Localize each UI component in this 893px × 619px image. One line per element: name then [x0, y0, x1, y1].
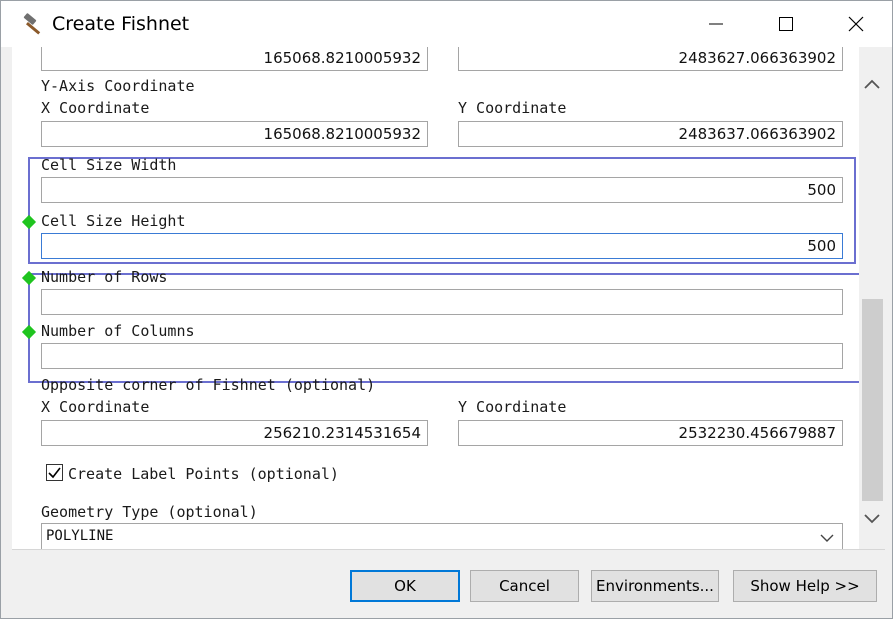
scrollbar-thumb[interactable] — [862, 299, 883, 501]
environments-button[interactable]: Environments... — [591, 570, 719, 602]
checkmark-icon — [48, 467, 61, 479]
y-axis-x-label: X Coordinate — [41, 99, 150, 117]
cell-width-label: Cell Size Width — [41, 156, 177, 174]
y-axis-x-field[interactable]: 165068.8210005932 — [41, 121, 428, 147]
chevron-up-icon[interactable] — [862, 77, 882, 91]
origin-y-field[interactable]: 2483627.066363902 — [458, 47, 843, 71]
chevron-down-icon — [820, 534, 834, 542]
columns-field[interactable] — [41, 343, 843, 369]
geometry-type-label: Geometry Type (optional) — [41, 503, 258, 521]
cell-width-field[interactable]: 500 — [41, 177, 843, 203]
y-axis-y-label: Y Coordinate — [458, 99, 567, 117]
cell-height-label: Cell Size Height — [41, 212, 186, 230]
chevron-down-icon[interactable] — [862, 512, 882, 526]
create-fishnet-dialog: Create Fishnet 165068.8210005932 2483627… — [0, 0, 893, 619]
minimize-icon — [709, 23, 723, 25]
cancel-button[interactable]: Cancel — [470, 570, 579, 602]
label-points-checkbox[interactable] — [46, 464, 63, 481]
geometry-type-select[interactable]: POLYLINE — [41, 523, 843, 549]
hammer-icon — [23, 13, 41, 35]
show-help-button[interactable]: Show Help >> — [733, 570, 877, 602]
opposite-x-field[interactable]: 256210.2314531654 — [41, 420, 428, 446]
opposite-y-label: Y Coordinate — [458, 398, 567, 416]
label-points-label: Create Label Points (optional) — [68, 465, 339, 483]
rows-field[interactable] — [41, 289, 843, 315]
close-button[interactable] — [821, 1, 891, 47]
minimize-button[interactable] — [681, 1, 751, 47]
y-axis-heading: Y-Axis Coordinate — [41, 77, 195, 95]
vertical-scrollbar[interactable] — [859, 67, 885, 537]
geometry-type-value: POLYLINE — [46, 528, 114, 544]
y-axis-y-field[interactable]: 2483637.066363902 — [458, 121, 843, 147]
opposite-x-label: X Coordinate — [41, 398, 150, 416]
maximize-icon — [779, 17, 793, 31]
origin-x-field[interactable]: 165068.8210005932 — [41, 47, 428, 71]
cell-height-field[interactable]: 500 — [41, 233, 843, 259]
ok-button[interactable]: OK — [350, 570, 460, 602]
parameters-panel: 165068.8210005932 2483627.066363902 Y-Ax… — [12, 47, 859, 549]
footer-divider — [12, 549, 885, 550]
opposite-y-field[interactable]: 2532230.456679887 — [458, 420, 843, 446]
window-title: Create Fishnet — [52, 13, 190, 35]
title-bar: Create Fishnet — [1, 1, 892, 47]
opposite-corner-heading: Opposite corner of Fishnet (optional) — [41, 376, 376, 394]
close-icon — [848, 16, 864, 32]
maximize-button[interactable] — [751, 1, 821, 47]
rows-label: Number of Rows — [41, 268, 168, 286]
columns-label: Number of Columns — [41, 322, 195, 340]
